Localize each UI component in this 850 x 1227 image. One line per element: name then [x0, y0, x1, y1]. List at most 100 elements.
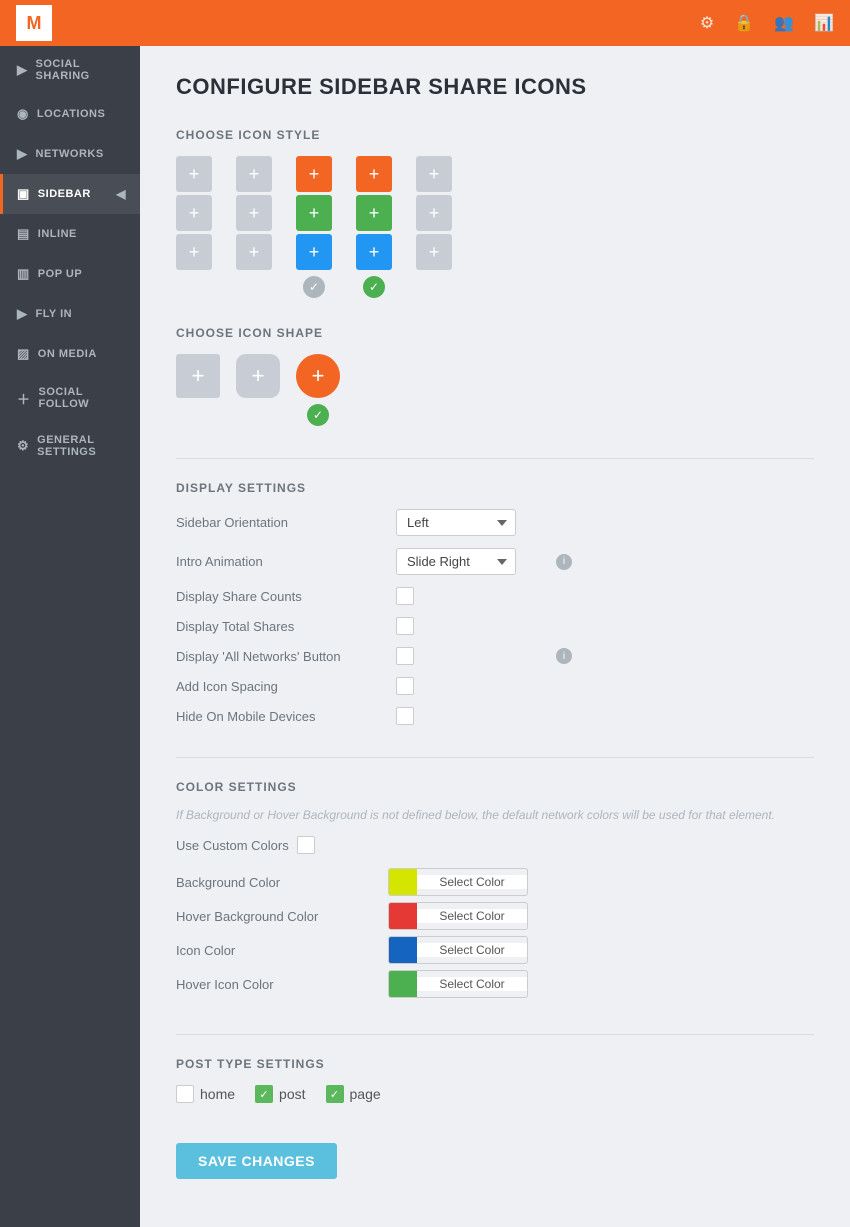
- icon-stack-4: + + +: [356, 156, 392, 270]
- icon-btn-5-1: +: [416, 156, 452, 192]
- sidebar-item-inline[interactable]: ▤ Inline: [0, 214, 140, 254]
- icon-btn-2-3: +: [236, 234, 272, 270]
- hover-icon-color-label: Hover Icon Color: [176, 977, 376, 992]
- sidebar-item-networks[interactable]: ▶ Networks: [0, 134, 140, 174]
- main-content: Configure Sidebar Share Icons Choose Ico…: [140, 46, 850, 1227]
- icon-style-option-3[interactable]: + + + ✓: [296, 156, 332, 298]
- sidebar-nav-icon: ▣: [17, 186, 30, 202]
- post-type-row: home ✓ post ✓ page: [176, 1085, 814, 1103]
- sidebar-orientation-select[interactable]: LeftRight: [396, 509, 516, 536]
- display-total-shares-checkbox[interactable]: [396, 617, 414, 635]
- icon-stack-3: + + +: [296, 156, 332, 270]
- background-color-swatch-btn[interactable]: Select Color: [388, 868, 528, 896]
- logo[interactable]: M: [16, 5, 52, 41]
- hover-bg-color-row: Hover Background Color Select Color: [176, 900, 528, 932]
- top-nav-icons: ⚙ 🔒 👥 📊: [700, 13, 834, 33]
- sidebar-label-fly-in: Fly In: [36, 308, 73, 320]
- social-follow-icon: ＋: [17, 389, 31, 408]
- sidebar-item-locations[interactable]: ◉ Locations: [0, 94, 140, 134]
- icon-btn-4-1: +: [356, 156, 392, 192]
- general-settings-icon: ⚙: [17, 438, 29, 454]
- intro-animation-info-icon[interactable]: i: [556, 554, 572, 570]
- icon-btn-5-2: +: [416, 195, 452, 231]
- sidebar: ▶ Social Sharing ◉ Locations ▶ Networks …: [0, 46, 140, 1227]
- sidebar-item-social-sharing[interactable]: ▶ Social Sharing: [0, 46, 140, 94]
- top-nav: M ⚙ 🔒 👥 📊: [0, 0, 850, 46]
- add-icon-spacing-label: Add Icon Spacing: [176, 679, 396, 694]
- style4-check: ✓: [363, 276, 385, 298]
- hover-bg-color-btn-label: Select Color: [417, 909, 527, 923]
- sidebar-item-on-media[interactable]: ▨ On Media: [0, 334, 140, 374]
- display-settings-label: Display Settings: [176, 481, 814, 495]
- sidebar-label-inline: Inline: [38, 228, 77, 240]
- shape-option-square[interactable]: +: [176, 354, 220, 398]
- sidebar-item-social-follow[interactable]: ＋ Social Follow: [0, 374, 140, 422]
- sidebar-item-general-settings[interactable]: ⚙ General Settings: [0, 422, 140, 470]
- hide-on-mobile-checkbox[interactable]: [396, 707, 414, 725]
- icon-style-option-5[interactable]: + + +: [416, 156, 452, 270]
- sidebar-item-fly-in[interactable]: ▶ Fly In: [0, 294, 140, 334]
- sidebar-label-networks: Networks: [36, 148, 104, 160]
- post-checkbox[interactable]: ✓: [255, 1085, 273, 1103]
- icon-btn-4-2: +: [356, 195, 392, 231]
- gear-icon[interactable]: ⚙: [700, 13, 714, 33]
- divider-3: [176, 1034, 814, 1035]
- sidebar-label-on-media: On Media: [38, 348, 97, 360]
- sidebar-orientation-label: Sidebar Orientation: [176, 515, 396, 530]
- locations-icon: ◉: [17, 106, 29, 122]
- icon-style-option-2[interactable]: + + +: [236, 156, 272, 270]
- post-type-section-label: Post Type Settings: [176, 1057, 814, 1071]
- sidebar-label-general-settings: General Settings: [37, 434, 126, 458]
- display-share-counts-label: Display Share Counts: [176, 589, 396, 604]
- popup-icon: ▥: [17, 266, 30, 282]
- icon-btn-3-1: +: [296, 156, 332, 192]
- shape-option-circle[interactable]: + ✓: [296, 354, 340, 426]
- shape-circle-check: ✓: [307, 404, 329, 426]
- background-color-label: Background Color: [176, 875, 376, 890]
- post-type-home[interactable]: home: [176, 1085, 235, 1103]
- users-icon[interactable]: 👥: [774, 13, 794, 33]
- hover-bg-color-swatch-btn[interactable]: Select Color: [388, 902, 528, 930]
- inline-icon: ▤: [17, 226, 30, 242]
- save-button[interactable]: Save Changes: [176, 1143, 337, 1179]
- chart-icon[interactable]: 📊: [814, 13, 834, 33]
- page-checkbox[interactable]: ✓: [326, 1085, 344, 1103]
- use-custom-colors-label: Use Custom Colors: [176, 838, 289, 853]
- sidebar-item-popup[interactable]: ▥ Pop Up: [0, 254, 140, 294]
- icon-color-btn-label: Select Color: [417, 943, 527, 957]
- post-type-page[interactable]: ✓ page: [326, 1085, 381, 1103]
- shape-btn-square: +: [176, 354, 220, 398]
- display-share-counts-checkbox[interactable]: [396, 587, 414, 605]
- icon-btn-2-2: +: [236, 195, 272, 231]
- icon-style-option-4[interactable]: + + + ✓: [356, 156, 392, 298]
- hover-icon-color-swatch-btn[interactable]: Select Color: [388, 970, 528, 998]
- icon-btn-1-2: +: [176, 195, 212, 231]
- hover-icon-color-row: Hover Icon Color Select Color: [176, 968, 528, 1000]
- lock-icon[interactable]: 🔒: [734, 13, 754, 33]
- sidebar-label-social-sharing: Social Sharing: [36, 58, 127, 82]
- icon-style-option-1[interactable]: + + +: [176, 156, 212, 270]
- icon-btn-4-3: +: [356, 234, 392, 270]
- use-custom-colors-checkbox[interactable]: [297, 836, 315, 854]
- social-sharing-icon: ▶: [17, 62, 28, 78]
- sidebar-item-sidebar[interactable]: ▣ Sidebar ◀: [0, 174, 140, 214]
- shape-option-rounded[interactable]: +: [236, 354, 280, 398]
- icon-stack-2: + + +: [236, 156, 272, 270]
- hover-icon-color-swatch: [389, 970, 417, 998]
- icon-stack-1: + + +: [176, 156, 212, 270]
- icon-shape-options: + + + ✓: [176, 354, 814, 426]
- home-checkbox[interactable]: [176, 1085, 194, 1103]
- all-networks-info-icon[interactable]: i: [556, 648, 572, 664]
- style3-check: ✓: [303, 276, 325, 298]
- icon-color-swatch: [389, 936, 417, 964]
- icon-color-swatch-btn[interactable]: Select Color: [388, 936, 528, 964]
- add-icon-spacing-checkbox[interactable]: [396, 677, 414, 695]
- shape-btn-circle: +: [296, 354, 340, 398]
- sidebar-label-popup: Pop Up: [38, 268, 82, 280]
- icon-btn-3-2: +: [296, 195, 332, 231]
- intro-animation-select[interactable]: Slide RightSlide LeftFade: [396, 548, 516, 575]
- post-type-post[interactable]: ✓ post: [255, 1085, 305, 1103]
- icon-btn-1-3: +: [176, 234, 212, 270]
- display-all-networks-checkbox[interactable]: [396, 647, 414, 665]
- background-color-row: Background Color Select Color: [176, 866, 528, 898]
